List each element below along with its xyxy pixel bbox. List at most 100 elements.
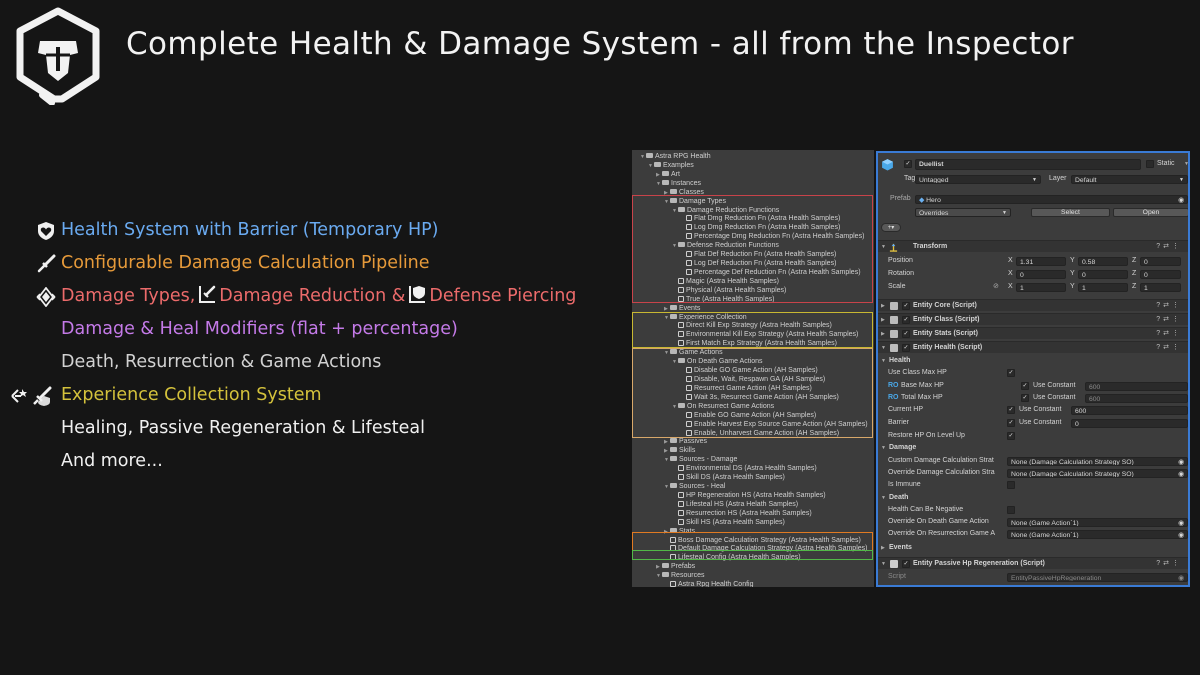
tree-asset[interactable]: Flat Dmg Reduction Fn (Astra Health Samp… <box>680 214 840 223</box>
tree-asset[interactable]: HP Regeneration HS (Astra Health Samples… <box>672 491 826 500</box>
expand-arrow-icon[interactable]: ▼ <box>881 342 886 354</box>
position-x-input[interactable]: 1.31 <box>1016 257 1066 266</box>
active-checkbox[interactable]: ✓ <box>904 160 912 168</box>
use-constant-checkbox[interactable]: ✓ <box>1007 406 1015 414</box>
restore-hp-checkbox[interactable]: ✓ <box>1007 432 1015 440</box>
tree-asset[interactable]: Log Def Reduction Fn (Astra Health Sampl… <box>680 259 836 268</box>
static-checkbox[interactable] <box>1146 160 1154 168</box>
position-y-input[interactable]: 0.58 <box>1078 257 1128 266</box>
use-class-max-hp-checkbox[interactable]: ✓ <box>1007 369 1015 377</box>
tree-folder[interactable]: ▶ Stats <box>664 527 695 536</box>
use-constant-checkbox[interactable]: ✓ <box>1021 382 1029 390</box>
expand-arrow-icon[interactable]: ▼ <box>881 492 886 504</box>
tree-asset[interactable]: Percentage Def Reduction Fn (Astra Healt… <box>680 268 861 277</box>
tree-folder[interactable]: ▼ Examples <box>648 161 694 170</box>
transform-header[interactable]: ▼ Transform ?⇄⋮ <box>878 240 1188 252</box>
section-header[interactable]: ▼ Death <box>878 492 1188 504</box>
tree-folder[interactable]: ▼ Damage Types <box>664 197 726 206</box>
tree-asset[interactable]: Resurrection HS (Astra Health Samples) <box>672 509 812 518</box>
tree-folder[interactable]: ▼ Astra RPG Health <box>640 152 711 161</box>
scale-x-input[interactable]: 1 <box>1016 283 1066 292</box>
object-picker-icon[interactable]: ◉ <box>1178 531 1184 538</box>
static-dropdown-icon[interactable]: ▼ <box>1184 158 1188 170</box>
component-menu-icons[interactable]: ?⇄⋮ <box>1156 342 1182 354</box>
tree-folder[interactable]: ▼ Experience Collection <box>664 313 747 322</box>
tree-asset[interactable]: Flat Def Reduction Fn (Astra Health Samp… <box>680 250 836 259</box>
tree-asset[interactable]: First Match Exp Strategy (Astra Health S… <box>672 339 837 348</box>
use-constant-checkbox[interactable]: ✓ <box>1021 394 1029 402</box>
override-res-field[interactable]: None (Game Action`1) ◉ <box>1007 530 1188 539</box>
tag-dropdown[interactable]: Untagged ▼ <box>915 175 1041 184</box>
component-enabled-checkbox[interactable]: ✓ <box>902 344 910 352</box>
tree-asset[interactable]: Enable GO Game Action (AH Samples) <box>680 411 816 420</box>
barrier-value[interactable]: 0 <box>1071 419 1188 428</box>
tree-asset[interactable]: Skill HS (Astra Health Samples) <box>672 518 785 527</box>
override-death-field[interactable]: None (Game Action`1) ◉ <box>1007 518 1188 527</box>
expand-arrow-icon[interactable]: ▶ <box>881 542 885 554</box>
health-neg-checkbox[interactable] <box>1007 506 1015 514</box>
tree-asset[interactable]: Astra Rpg Health Config <box>664 580 753 587</box>
tree-asset[interactable]: Disable GO Game Action (AH Samples) <box>680 366 818 375</box>
tree-asset[interactable]: Enable, Unharvest Game Action (AH Sample… <box>680 429 839 438</box>
use-constant-checkbox[interactable]: ✓ <box>1007 419 1015 427</box>
tree-asset[interactable]: Boss Damage Calculation Strategy (Astra … <box>664 536 861 545</box>
tree-folder[interactable]: ▼ Defense Reduction Functions <box>672 241 779 250</box>
tree-folder[interactable]: ▶ Classes <box>664 188 704 197</box>
object-picker-icon[interactable]: ◉ <box>1178 458 1184 465</box>
tree-folder[interactable]: ▼ Instances <box>656 179 701 188</box>
inspector-panel[interactable]: ✓ Duellist Static ▼ Tag Untagged ▼ Layer … <box>876 151 1190 587</box>
component-menu-icons[interactable]: ?⇄⋮ <box>1156 300 1182 312</box>
tree-folder[interactable]: ▼ Game Actions <box>664 348 723 357</box>
add-icon-button[interactable]: +▾ <box>881 223 901 232</box>
object-picker-icon[interactable]: ◉ <box>1178 519 1184 526</box>
layer-dropdown[interactable]: Default ▼ <box>1071 175 1188 184</box>
tree-asset[interactable]: Lifesteal Config (Astra Health Samples) <box>664 553 801 562</box>
component-header[interactable]: ▶ ✓ Entity Core (Script) ?⇄⋮ <box>878 299 1188 311</box>
base-max-hp-value[interactable]: 600 <box>1085 382 1188 391</box>
expand-arrow-icon[interactable]: ▶ <box>881 328 885 340</box>
component-enabled-checkbox[interactable]: ✓ <box>902 560 910 568</box>
section-header[interactable]: ▶ Events <box>878 542 1188 554</box>
tree-asset[interactable]: Percentage Dmg Reduction Fn (Astra Healt… <box>680 232 864 241</box>
prefab-field[interactable]: ◆ Hero ◉ <box>915 195 1188 204</box>
expand-arrow-icon[interactable]: ▶ <box>881 314 885 326</box>
scale-y-input[interactable]: 1 <box>1078 283 1128 292</box>
component-header[interactable]: ▼ ✓ Entity Health (Script) ?⇄⋮ <box>878 341 1188 353</box>
object-picker-icon[interactable]: ◉ <box>1178 470 1184 477</box>
tree-folder[interactable]: ▶ Events <box>664 304 700 313</box>
component-enabled-checkbox[interactable]: ✓ <box>902 302 910 310</box>
component-enabled-checkbox[interactable]: ✓ <box>902 330 910 338</box>
tree-asset[interactable]: Environmental Kill Exp Strategy (Astra H… <box>672 330 858 339</box>
tree-folder[interactable]: ▼ On Death Game Actions <box>672 357 762 366</box>
tree-folder[interactable]: ▼ Damage Reduction Functions <box>672 206 779 215</box>
is-immune-checkbox[interactable] <box>1007 481 1015 489</box>
expand-arrow-icon[interactable]: ▼ <box>881 355 886 367</box>
name-field[interactable]: Duellist <box>915 159 1141 170</box>
tree-asset[interactable]: Environmental DS (Astra Health Samples) <box>672 464 817 473</box>
tree-folder[interactable]: ▶ Art <box>656 170 680 179</box>
expand-arrow-icon[interactable]: ▼ <box>881 241 886 253</box>
component-menu-icons[interactable]: ?⇄⋮ <box>1156 558 1182 570</box>
expand-arrow-icon[interactable]: ▼ <box>881 558 886 570</box>
select-button[interactable]: Select <box>1031 208 1110 217</box>
tree-asset[interactable]: Magic (Astra Health Samples) <box>672 277 779 286</box>
tree-asset[interactable]: Physical (Astra Health Samples) <box>672 286 786 295</box>
component-menu-icons[interactable]: ?⇄⋮ <box>1156 241 1182 253</box>
tree-folder[interactable]: ▼ Sources - Damage <box>664 455 737 464</box>
tree-folder[interactable]: ▶ Skills <box>664 446 695 455</box>
tree-asset[interactable]: Enable Harvest Exp Source Game Action (A… <box>680 420 868 429</box>
rotation-x-input[interactable]: 0 <box>1016 270 1066 279</box>
tree-folder[interactable]: ▼ Resources <box>656 571 704 580</box>
component-menu-icons[interactable]: ?⇄⋮ <box>1156 314 1182 326</box>
scale-z-input[interactable]: 1 <box>1140 283 1181 292</box>
current-hp-value[interactable]: 600 <box>1071 406 1188 415</box>
expand-arrow-icon[interactable]: ▶ <box>881 300 885 312</box>
tree-folder[interactable]: ▶ Prefabs <box>656 562 695 571</box>
tree-folder[interactable]: ▼ Sources - Heal <box>664 482 725 491</box>
position-z-input[interactable]: 0 <box>1140 257 1181 266</box>
override-dmg-field[interactable]: None (Damage Calculation Strategy SO) ◉ <box>1007 469 1188 478</box>
tree-asset[interactable]: Wait 3s, Resurrect Game Action (AH Sampl… <box>680 393 839 402</box>
tree-asset[interactable]: Lifesteal HS (Astra Helath Samples) <box>672 500 798 509</box>
project-tree-panel[interactable]: Astra Rpg Health Config ▼ Resources ▶ Prefab… <box>632 150 874 587</box>
tree-asset[interactable]: Skill DS (Astra Health Samples) <box>672 473 785 482</box>
